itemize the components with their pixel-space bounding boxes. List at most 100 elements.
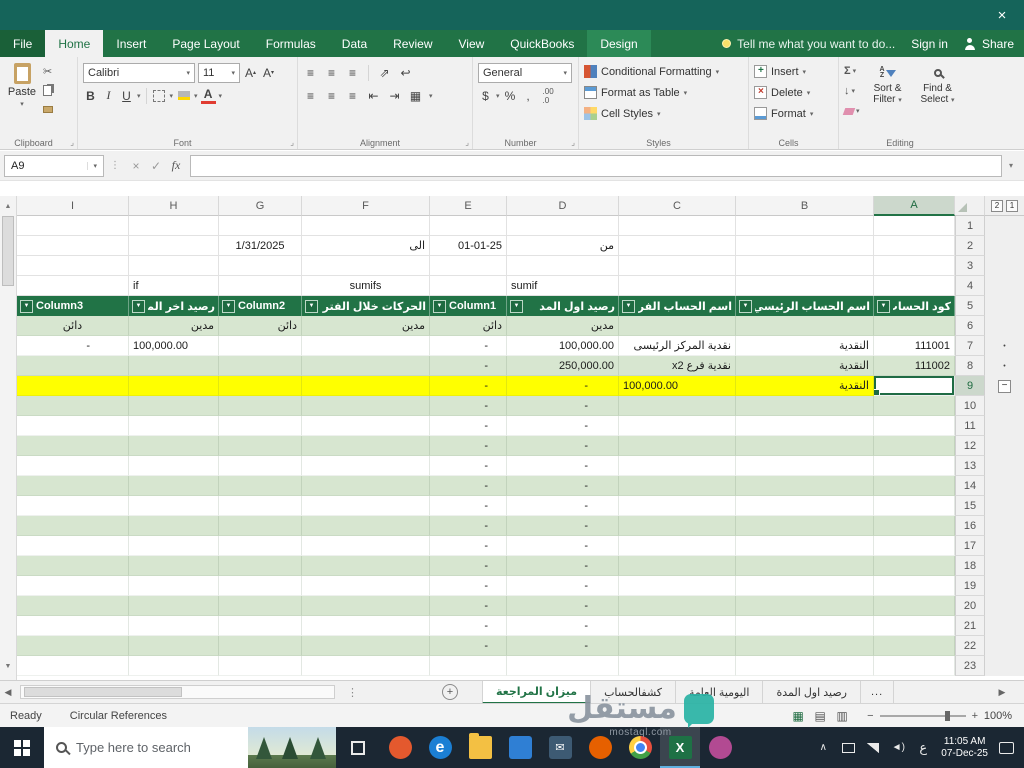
cell-G16[interactable]	[219, 516, 302, 536]
cell-I21[interactable]	[17, 616, 129, 636]
find-select-button[interactable]: Find & Select ▾	[916, 61, 960, 119]
italic-button[interactable]: I	[101, 87, 116, 105]
column-header-D[interactable]: D	[507, 196, 619, 216]
edge-icon-slot[interactable]: e	[420, 727, 460, 768]
cell-H7[interactable]: 100,000.00	[129, 336, 219, 356]
increase-decimal-button[interactable]: .00	[543, 87, 554, 96]
cell-C3[interactable]	[619, 256, 736, 276]
column-header-H[interactable]: H	[129, 196, 219, 216]
cell-E7[interactable]: -	[430, 336, 507, 356]
cell-I20[interactable]	[17, 596, 129, 616]
cell-F23[interactable]	[302, 656, 430, 676]
cell-E10[interactable]: -	[430, 396, 507, 416]
opera-icon[interactable]	[388, 736, 412, 759]
cell-B1[interactable]	[736, 216, 874, 236]
tab-scroll-right-arrow[interactable]: ▶	[994, 687, 1010, 698]
fill-button[interactable]: ↓ ▾	[844, 83, 860, 99]
cut-button[interactable]: ✂	[43, 63, 53, 79]
cell-G23[interactable]	[219, 656, 302, 676]
cell-F6[interactable]: مدين	[302, 316, 430, 336]
borders-button[interactable]	[152, 87, 167, 105]
page-break-view-button[interactable]: ▥	[831, 709, 853, 723]
cell-I11[interactable]	[17, 416, 129, 436]
filter-dropdown-icon[interactable]: ▼	[622, 299, 635, 313]
cell-H4[interactable]: if	[129, 276, 219, 296]
cell-B19[interactable]	[736, 576, 874, 596]
increase-font-size-button[interactable]: A ▴	[243, 64, 258, 82]
cell-E11[interactable]: -	[430, 416, 507, 436]
cell-A19[interactable]	[874, 576, 955, 596]
cell-C2[interactable]	[619, 236, 736, 256]
file-explorer-icon-slot[interactable]	[460, 727, 500, 768]
cell-F15[interactable]	[302, 496, 430, 516]
ribbon-tab-insert[interactable]: Insert	[103, 30, 159, 57]
network-icon[interactable]	[866, 742, 880, 753]
zoom-percentage[interactable]: 100%	[978, 710, 1024, 722]
align-center-button[interactable]: ≡	[324, 87, 339, 105]
cell-E19[interactable]: -	[430, 576, 507, 596]
cell-F9[interactable]	[302, 376, 430, 396]
close-button[interactable]: ×	[980, 0, 1024, 30]
cell-A2[interactable]	[874, 236, 955, 256]
cell-E12[interactable]: -	[430, 436, 507, 456]
percent-style-button[interactable]: %	[503, 87, 518, 105]
cell-I23[interactable]	[17, 656, 129, 676]
cell-G1[interactable]	[219, 216, 302, 236]
cell-D19[interactable]: -	[507, 576, 619, 596]
format-painter-button[interactable]	[43, 101, 53, 117]
vertical-scrollbar[interactable]: ▲ ▼	[0, 196, 17, 680]
filter-dropdown-icon[interactable]: ▼	[20, 299, 33, 313]
cell-E20[interactable]: -	[430, 596, 507, 616]
cell-I5[interactable]: ▼ Column3	[17, 296, 129, 316]
merge-center-button[interactable]: ▦	[408, 87, 423, 105]
cell-A5[interactable]: ▼ كود الحساب	[874, 296, 955, 316]
cell-D9[interactable]: -	[507, 376, 619, 396]
cell-F18[interactable]	[302, 556, 430, 576]
cell-C7[interactable]: نقدية المركز الرئيسى	[619, 336, 736, 356]
row-header-1[interactable]: 1	[955, 216, 985, 236]
cell-B17[interactable]	[736, 536, 874, 556]
cell-A23[interactable]	[874, 656, 955, 676]
cell-C17[interactable]	[619, 536, 736, 556]
cell-D4[interactable]: sumif	[507, 276, 619, 296]
row-header-21[interactable]: 21	[955, 616, 985, 636]
cell-B22[interactable]	[736, 636, 874, 656]
zoom-slider[interactable]	[879, 710, 966, 721]
cell-A16[interactable]	[874, 516, 955, 536]
cell-E22[interactable]: -	[430, 636, 507, 656]
row-header-12[interactable]: 12	[955, 436, 985, 456]
cell-H14[interactable]	[129, 476, 219, 496]
cell-F22[interactable]	[302, 636, 430, 656]
cell-B16[interactable]	[736, 516, 874, 536]
cell-E18[interactable]: -	[430, 556, 507, 576]
cell-F21[interactable]	[302, 616, 430, 636]
cell-I8[interactable]	[17, 356, 129, 376]
cell-C16[interactable]	[619, 516, 736, 536]
cell-I6[interactable]: دائن	[17, 316, 129, 336]
cell-H8[interactable]	[129, 356, 219, 376]
conditional-formatting-button[interactable]: Conditional Formatting ▾	[584, 61, 743, 82]
cell-C6[interactable]	[619, 316, 736, 336]
row-header-16[interactable]: 16	[955, 516, 985, 536]
cell-G17[interactable]	[219, 536, 302, 556]
cell-H12[interactable]	[129, 436, 219, 456]
cell-C8[interactable]: نقدية فرع x2	[619, 356, 736, 376]
cell-A3[interactable]	[874, 256, 955, 276]
cell-A15[interactable]	[874, 496, 955, 516]
cell-D11[interactable]: -	[507, 416, 619, 436]
sort-filter-button[interactable]: AZ Sort & Filter ▾	[866, 61, 910, 119]
filter-dropdown-icon[interactable]: ▼	[739, 299, 752, 313]
horizontal-scrollbar-thumb[interactable]	[24, 687, 182, 697]
cell-A4[interactable]	[874, 276, 955, 296]
ribbon-tab-review[interactable]: Review	[380, 30, 445, 57]
cell-G8[interactable]	[219, 356, 302, 376]
align-right-button[interactable]: ≡	[345, 87, 360, 105]
cell-G3[interactable]	[219, 256, 302, 276]
cell-A8[interactable]: 111002	[874, 356, 955, 376]
cell-C11[interactable]	[619, 416, 736, 436]
cell-B15[interactable]	[736, 496, 874, 516]
row-header-17[interactable]: 17	[955, 536, 985, 556]
cell-B2[interactable]	[736, 236, 874, 256]
cell-G5[interactable]: ▼ Column2	[219, 296, 302, 316]
row-header-13[interactable]: 13	[955, 456, 985, 476]
